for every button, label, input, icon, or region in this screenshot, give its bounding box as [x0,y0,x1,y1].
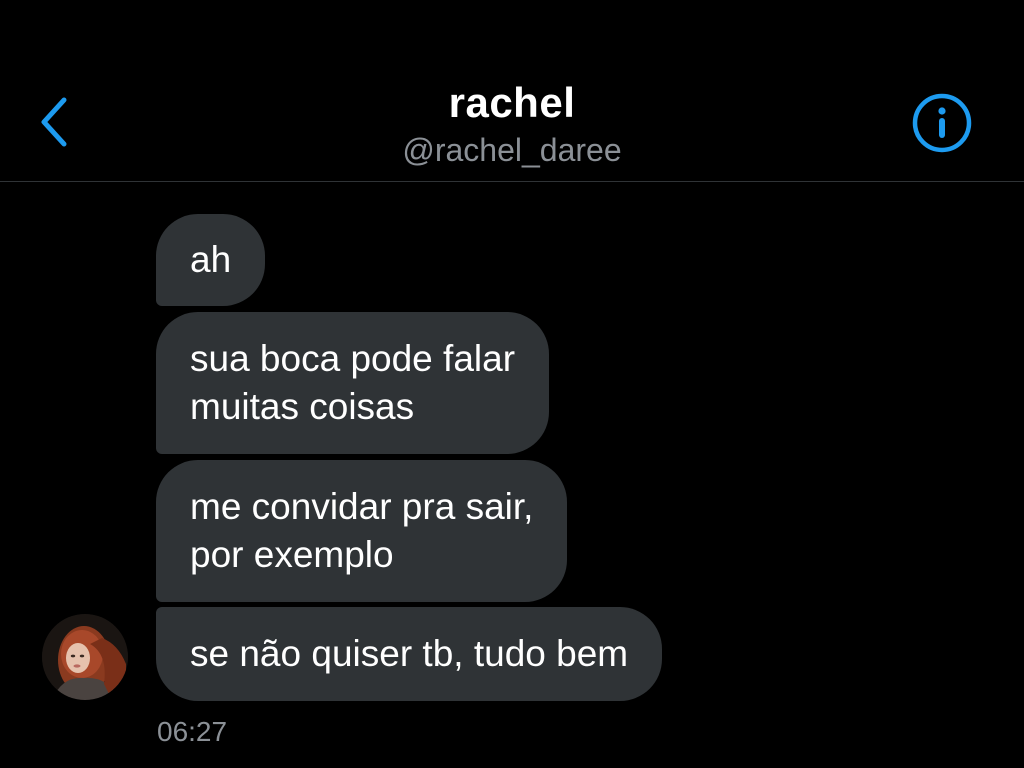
contact-title-block[interactable]: rachel @rachel_daree [0,78,1024,170]
message-bubble[interactable]: se não quiser tb, tudo bem [156,607,663,701]
message-bubble[interactable]: me convidar pra sair, por exemplo [156,460,568,602]
avatar-image [42,614,128,700]
info-button[interactable] [912,93,972,153]
message-timestamp: 06:27 [157,716,228,747]
avatar[interactable] [42,614,128,700]
info-icon [912,93,972,153]
message-bubble[interactable]: sua boca pode falar muitas coisas [156,312,550,454]
conversation-header: rachel @rachel_daree [0,0,1024,182]
message-bubble[interactable]: ah [156,214,266,306]
dm-conversation-screen: rachel @rachel_daree ah sua boca pode fa… [0,0,1024,768]
contact-name: rachel [448,79,576,126]
contact-handle: @rachel_daree [402,132,622,168]
